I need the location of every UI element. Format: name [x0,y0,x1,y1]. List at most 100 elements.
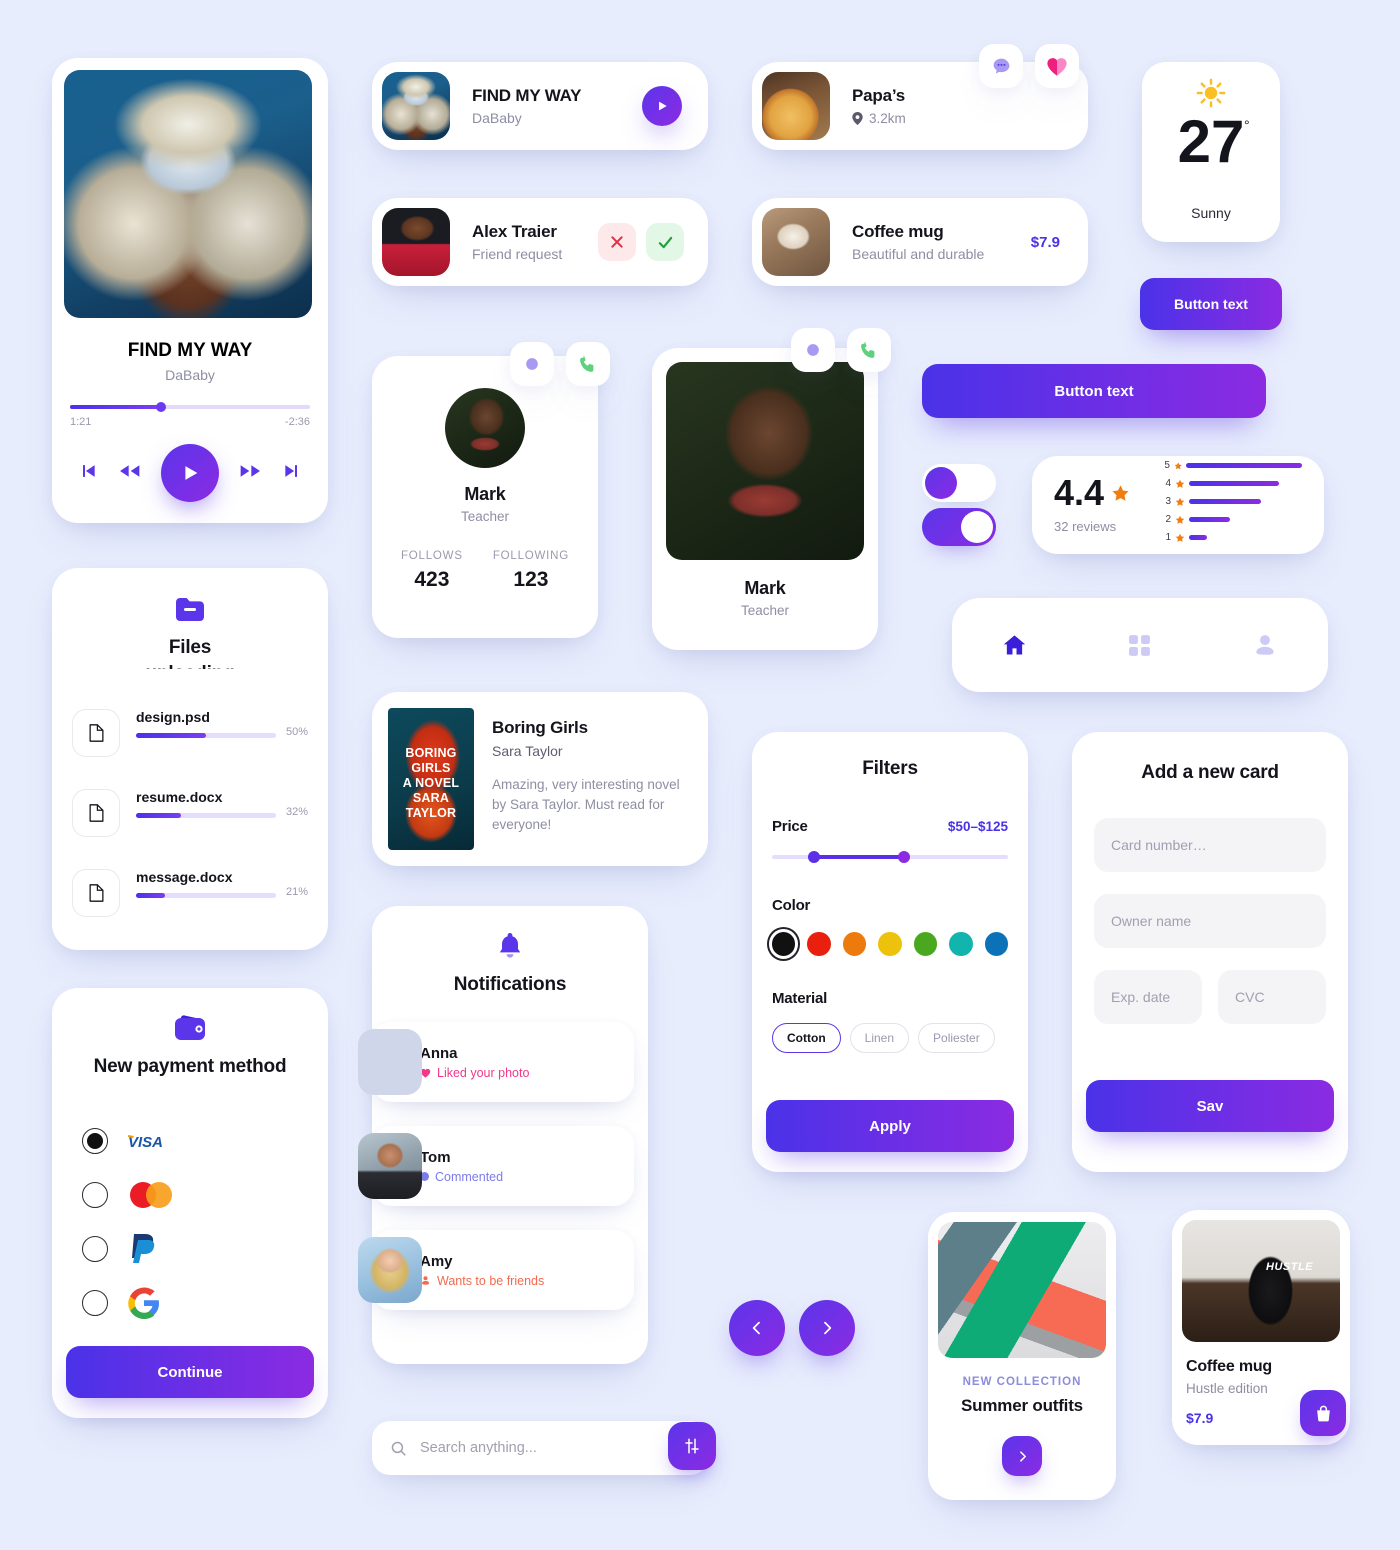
material-chip[interactable]: Cotton [772,1023,841,1053]
degree-symbol: ° [1244,117,1250,133]
song-thumbnail [382,72,450,140]
play-pause-button[interactable] [161,444,219,502]
payment-method-card: New payment method VISA Continue [52,988,328,1418]
payment-radio[interactable] [82,1290,108,1316]
rating-bar [1189,517,1231,522]
payment-continue-button[interactable]: Continue [66,1346,314,1398]
map-pin-icon [852,112,863,125]
search-filter-button[interactable] [668,1422,716,1470]
color-swatch[interactable] [949,932,973,956]
mug-add-to-cart-button[interactable] [1300,1390,1346,1436]
collection-next-button[interactable] [1002,1436,1042,1476]
star-icon [1174,461,1182,469]
product-row[interactable]: Coffee mug Beautiful and durable $7.9 [752,198,1088,286]
place-chat-button[interactable] [979,44,1023,88]
payment-method-list: VISA [52,1114,328,1330]
notification-row[interactable]: Anna Liked your photo [358,1022,634,1102]
search-icon [391,1441,406,1456]
chat-bubble-icon [993,58,1009,73]
files-title-line1: Files [168,637,212,658]
price-range-slider[interactable] [772,851,1008,863]
owner-name-field[interactable]: Owner name [1094,894,1326,948]
payment-radio[interactable] [82,1182,108,1208]
exp-date-field[interactable]: Exp. date [1094,970,1202,1024]
toggle-on[interactable] [922,508,996,546]
song-list-row[interactable]: FIND MY WAY DaBaby [372,62,708,150]
profile-photo-call-button[interactable] [847,328,891,372]
filters-apply-button[interactable]: Apply [766,1100,1014,1152]
skip-back-icon[interactable] [78,461,98,486]
search-bar[interactable]: Search anything... [372,1421,708,1475]
decline-friend-button[interactable] [598,223,636,261]
material-chip[interactable]: Poliester [918,1023,995,1053]
album-art [64,70,312,318]
profile-photo-card: Mark Teacher [652,348,878,650]
player-progress-bar[interactable]: 1:21 -2:36 [70,402,310,428]
payment-method-row[interactable]: VISA [82,1114,298,1168]
play-icon [185,466,198,480]
material-chip[interactable]: Linen [849,1023,910,1053]
notification-row[interactable]: Amy Wants to be friends [358,1230,634,1310]
toggle-off[interactable] [922,464,996,502]
payment-method-row[interactable] [82,1222,298,1276]
notification-name: Tom [420,1148,451,1166]
search-input[interactable]: Search anything... [420,1440,537,1456]
phone-icon [580,356,594,372]
notification-row[interactable]: Tom Commented [358,1126,634,1206]
notification-action: Wants to be friends [420,1274,544,1288]
accept-friend-button[interactable] [646,223,684,261]
carousel-prev-button[interactable] [729,1300,785,1356]
file-icon [72,709,120,757]
color-swatch[interactable] [807,932,831,956]
product-price: $7.9 [1030,233,1060,251]
wide-action-button[interactable]: Button text [922,364,1266,418]
price-min-handle[interactable] [808,851,821,863]
notification-list: Anna Liked your photo Tom Commented Amy … [358,1022,648,1310]
chevron-left-icon [752,1321,760,1335]
add-card-form: Add a new card Card number… Owner name E… [1072,732,1348,1172]
fast-forward-icon[interactable] [239,461,262,486]
skip-forward-icon[interactable] [282,461,302,486]
color-swatch[interactable] [913,932,938,956]
file-progress-label: 21% [285,885,308,898]
payment-radio[interactable] [82,1236,108,1262]
profile-chat-button[interactable] [510,342,554,386]
chevron-right-icon [1019,1450,1026,1462]
file-name: resume.docx [136,789,223,805]
nav-item-grid[interactable] [1077,633,1202,658]
filters-card: Filters Price $50–$125 Color Material Co… [752,732,1028,1172]
payment-method-row[interactable] [82,1168,298,1222]
color-swatch[interactable] [878,932,902,956]
profile-avatar [445,388,525,468]
book-review: Amazing, very interesting novel by Sara … [492,777,680,832]
carousel-next-button[interactable] [799,1300,855,1356]
cvc-field[interactable]: CVC [1218,970,1326,1024]
material-label: Material [772,990,828,1007]
rating-score: 4.4 [1054,472,1105,513]
nav-item-home[interactable] [952,632,1077,659]
card-number-field[interactable]: Card number… [1094,818,1326,872]
small-action-button[interactable]: Button text [1140,278,1282,330]
nav-item-profile[interactable] [1203,632,1328,658]
save-card-button[interactable]: Sav [1086,1080,1334,1132]
color-swatch[interactable] [766,927,801,961]
profile-call-button[interactable] [566,342,610,386]
rewind-icon[interactable] [118,461,141,486]
place-like-button[interactable] [1035,44,1079,88]
file-name: message.docx [136,869,233,885]
color-swatch[interactable] [984,932,1008,956]
price-max-handle[interactable] [898,851,911,863]
color-swatch[interactable] [842,932,867,956]
payment-method-row[interactable] [82,1276,298,1330]
profile-photo-chat-button[interactable] [791,328,835,372]
rating-review-count: 32 reviews [1054,519,1117,534]
payment-radio[interactable] [82,1128,108,1154]
rating-bar [1189,535,1207,540]
friend-name: Alex Traier [472,222,557,241]
star-icon [1175,497,1185,506]
song-artist: DaBaby [472,110,522,126]
rating-bar-row: 3 [1164,496,1302,507]
weather-condition: Sunny [1191,205,1231,221]
progress-knob[interactable] [156,402,167,412]
song-play-button[interactable] [642,86,682,126]
